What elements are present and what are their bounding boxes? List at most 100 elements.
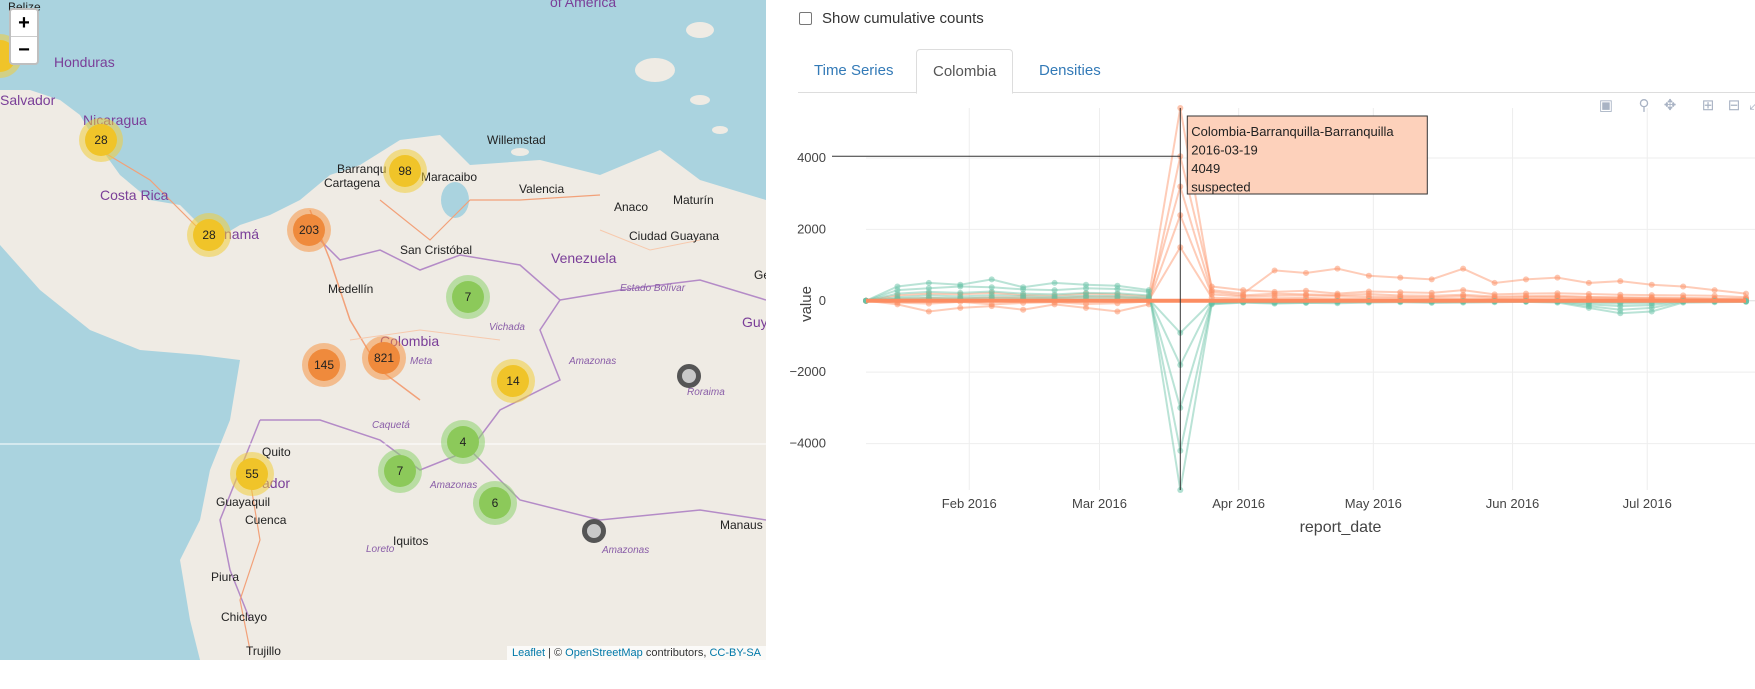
- tab-bar: Time Series Colombia Densities: [798, 49, 1755, 94]
- place-label: Amazonas: [430, 480, 478, 491]
- place-label: Ciudad Guayana: [629, 229, 720, 243]
- data-point: [1397, 274, 1404, 281]
- place-label: Cartagena: [324, 176, 381, 190]
- x-tick-label: Jun 2016: [1486, 496, 1540, 511]
- cluster-count: 203: [293, 214, 325, 246]
- cluster-marker[interactable]: 28: [187, 213, 231, 257]
- tooltip-text: 2016-03-19: [1191, 143, 1258, 158]
- place-label: Caquetá: [372, 420, 410, 431]
- data-point: [1617, 278, 1624, 285]
- place-label: Maracaibo: [421, 170, 478, 184]
- license-link[interactable]: CC-BY-SA: [709, 647, 761, 659]
- cluster-marker[interactable]: 6: [473, 481, 517, 525]
- cluster-count: 28: [85, 124, 117, 156]
- place-label: Valencia: [519, 182, 565, 196]
- tab-densities[interactable]: Densities: [1023, 49, 1117, 91]
- data-point: [1020, 306, 1027, 313]
- place-label: Amazonas: [602, 545, 650, 556]
- point-marker[interactable]: [582, 519, 606, 543]
- map-attribution: Leaflet | © OpenStreetMap contributors, …: [506, 646, 766, 660]
- data-point: [1240, 287, 1247, 294]
- tab-colombia[interactable]: Colombia: [916, 49, 1014, 94]
- data-point: [1491, 279, 1498, 286]
- place-label: Piura: [211, 570, 240, 584]
- cluster-count: 7: [384, 455, 416, 487]
- data-point: [1051, 279, 1058, 286]
- place-label: Willemstad: [487, 133, 546, 147]
- place-label: Estado Bolívar: [620, 283, 686, 294]
- cluster-count: 55: [236, 458, 268, 490]
- series-line: [865, 278, 1747, 491]
- cluster-marker[interactable]: 98: [383, 149, 427, 193]
- tooltip-text: suspected: [1191, 180, 1250, 195]
- data-point: [1711, 287, 1718, 294]
- chart-panel: Show cumulative counts Time Series Colom…: [766, 0, 1755, 689]
- place-label: San Cristóbal: [400, 243, 473, 257]
- place-label: Manaus: [720, 518, 763, 532]
- cumulative-toggle[interactable]: Show cumulative counts: [799, 10, 984, 27]
- data-point: [1114, 308, 1121, 315]
- cluster-marker[interactable]: 821: [362, 336, 406, 380]
- tab-time-series[interactable]: Time Series: [798, 49, 909, 91]
- series-line: [865, 182, 1747, 302]
- y-axis-title: value: [798, 286, 815, 322]
- zoom-out-button[interactable]: −: [11, 36, 37, 63]
- series-line: [865, 285, 1747, 451]
- data-point: [1554, 274, 1561, 281]
- attribution-text: contributors,: [642, 647, 710, 659]
- data-point: [1428, 276, 1435, 283]
- cluster-marker[interactable]: 55: [230, 452, 274, 496]
- leaflet-link[interactable]: Leaflet: [512, 647, 545, 659]
- x-tick-label: Feb 2016: [942, 496, 997, 511]
- y-tick-label: −2000: [789, 364, 826, 379]
- y-tick-label: −4000: [789, 436, 826, 451]
- place-label: Guayaquil: [216, 495, 271, 509]
- point-marker[interactable]: [677, 364, 701, 388]
- x-tick-label: Apr 2016: [1212, 496, 1265, 511]
- x-tick-label: Jul 2016: [1623, 496, 1672, 511]
- cluster-count: 98: [389, 155, 421, 187]
- zoom-in-button[interactable]: +: [11, 10, 37, 36]
- place-label: Salvador: [0, 92, 56, 108]
- cluster-marker[interactable]: 203: [287, 208, 331, 252]
- place-label: Guy: [742, 314, 766, 330]
- attribution-text: | ©: [545, 647, 566, 659]
- place-label: of America: [550, 0, 617, 10]
- place-label: Medellín: [328, 282, 374, 296]
- cluster-count: 7: [452, 281, 484, 313]
- data-point: [1680, 283, 1687, 290]
- data-point: [925, 308, 932, 315]
- tooltip-text: 4049: [1191, 161, 1220, 176]
- cluster-count: 4: [447, 426, 479, 458]
- hover-tooltip: Colombia-Barranquilla-Barranquilla 2016-…: [1186, 115, 1428, 195]
- cluster-count: 6: [479, 487, 511, 519]
- place-label: Anaco: [614, 200, 649, 214]
- place-label: Honduras: [54, 54, 115, 70]
- cluster-marker[interactable]: 145: [302, 343, 346, 387]
- osm-link[interactable]: OpenStreetMap: [565, 647, 643, 659]
- cluster-count: 821: [368, 342, 400, 374]
- data-point: [1585, 279, 1592, 286]
- time-series-chart[interactable]: 4000 2000 0 −2000 −4000 Feb 2016 Mar 2016 Apr 2…: [766, 100, 1755, 540]
- tooltip-text: Colombia-Barranquilla-Barranquilla: [1191, 124, 1394, 139]
- data-point: [1648, 281, 1655, 288]
- data-point: [1460, 265, 1467, 272]
- y-tick-label: 0: [819, 293, 826, 308]
- data-point: [957, 304, 964, 311]
- place-label: Chiclayo: [221, 610, 268, 624]
- cluster-marker[interactable]: 14: [491, 359, 535, 403]
- place-label: Loreto: [366, 544, 395, 555]
- place-label: Costa Rica: [100, 187, 169, 203]
- cluster-marker[interactable]: 4: [441, 420, 485, 464]
- place-label: Meta: [410, 356, 433, 367]
- cluster-marker[interactable]: 28: [79, 118, 123, 162]
- cluster-marker[interactable]: 7: [446, 275, 490, 319]
- cumulative-checkbox[interactable]: [799, 12, 812, 25]
- cluster-count: 28: [193, 219, 225, 251]
- place-label: Iquitos: [393, 534, 429, 548]
- cluster-marker[interactable]: 7: [378, 449, 422, 493]
- map-panel[interactable]: + − Belize of America Honduras Salvador …: [0, 0, 766, 660]
- data-point: [988, 276, 995, 283]
- place-label: Ge: [754, 268, 766, 282]
- x-axis-title: report_date: [1300, 519, 1382, 536]
